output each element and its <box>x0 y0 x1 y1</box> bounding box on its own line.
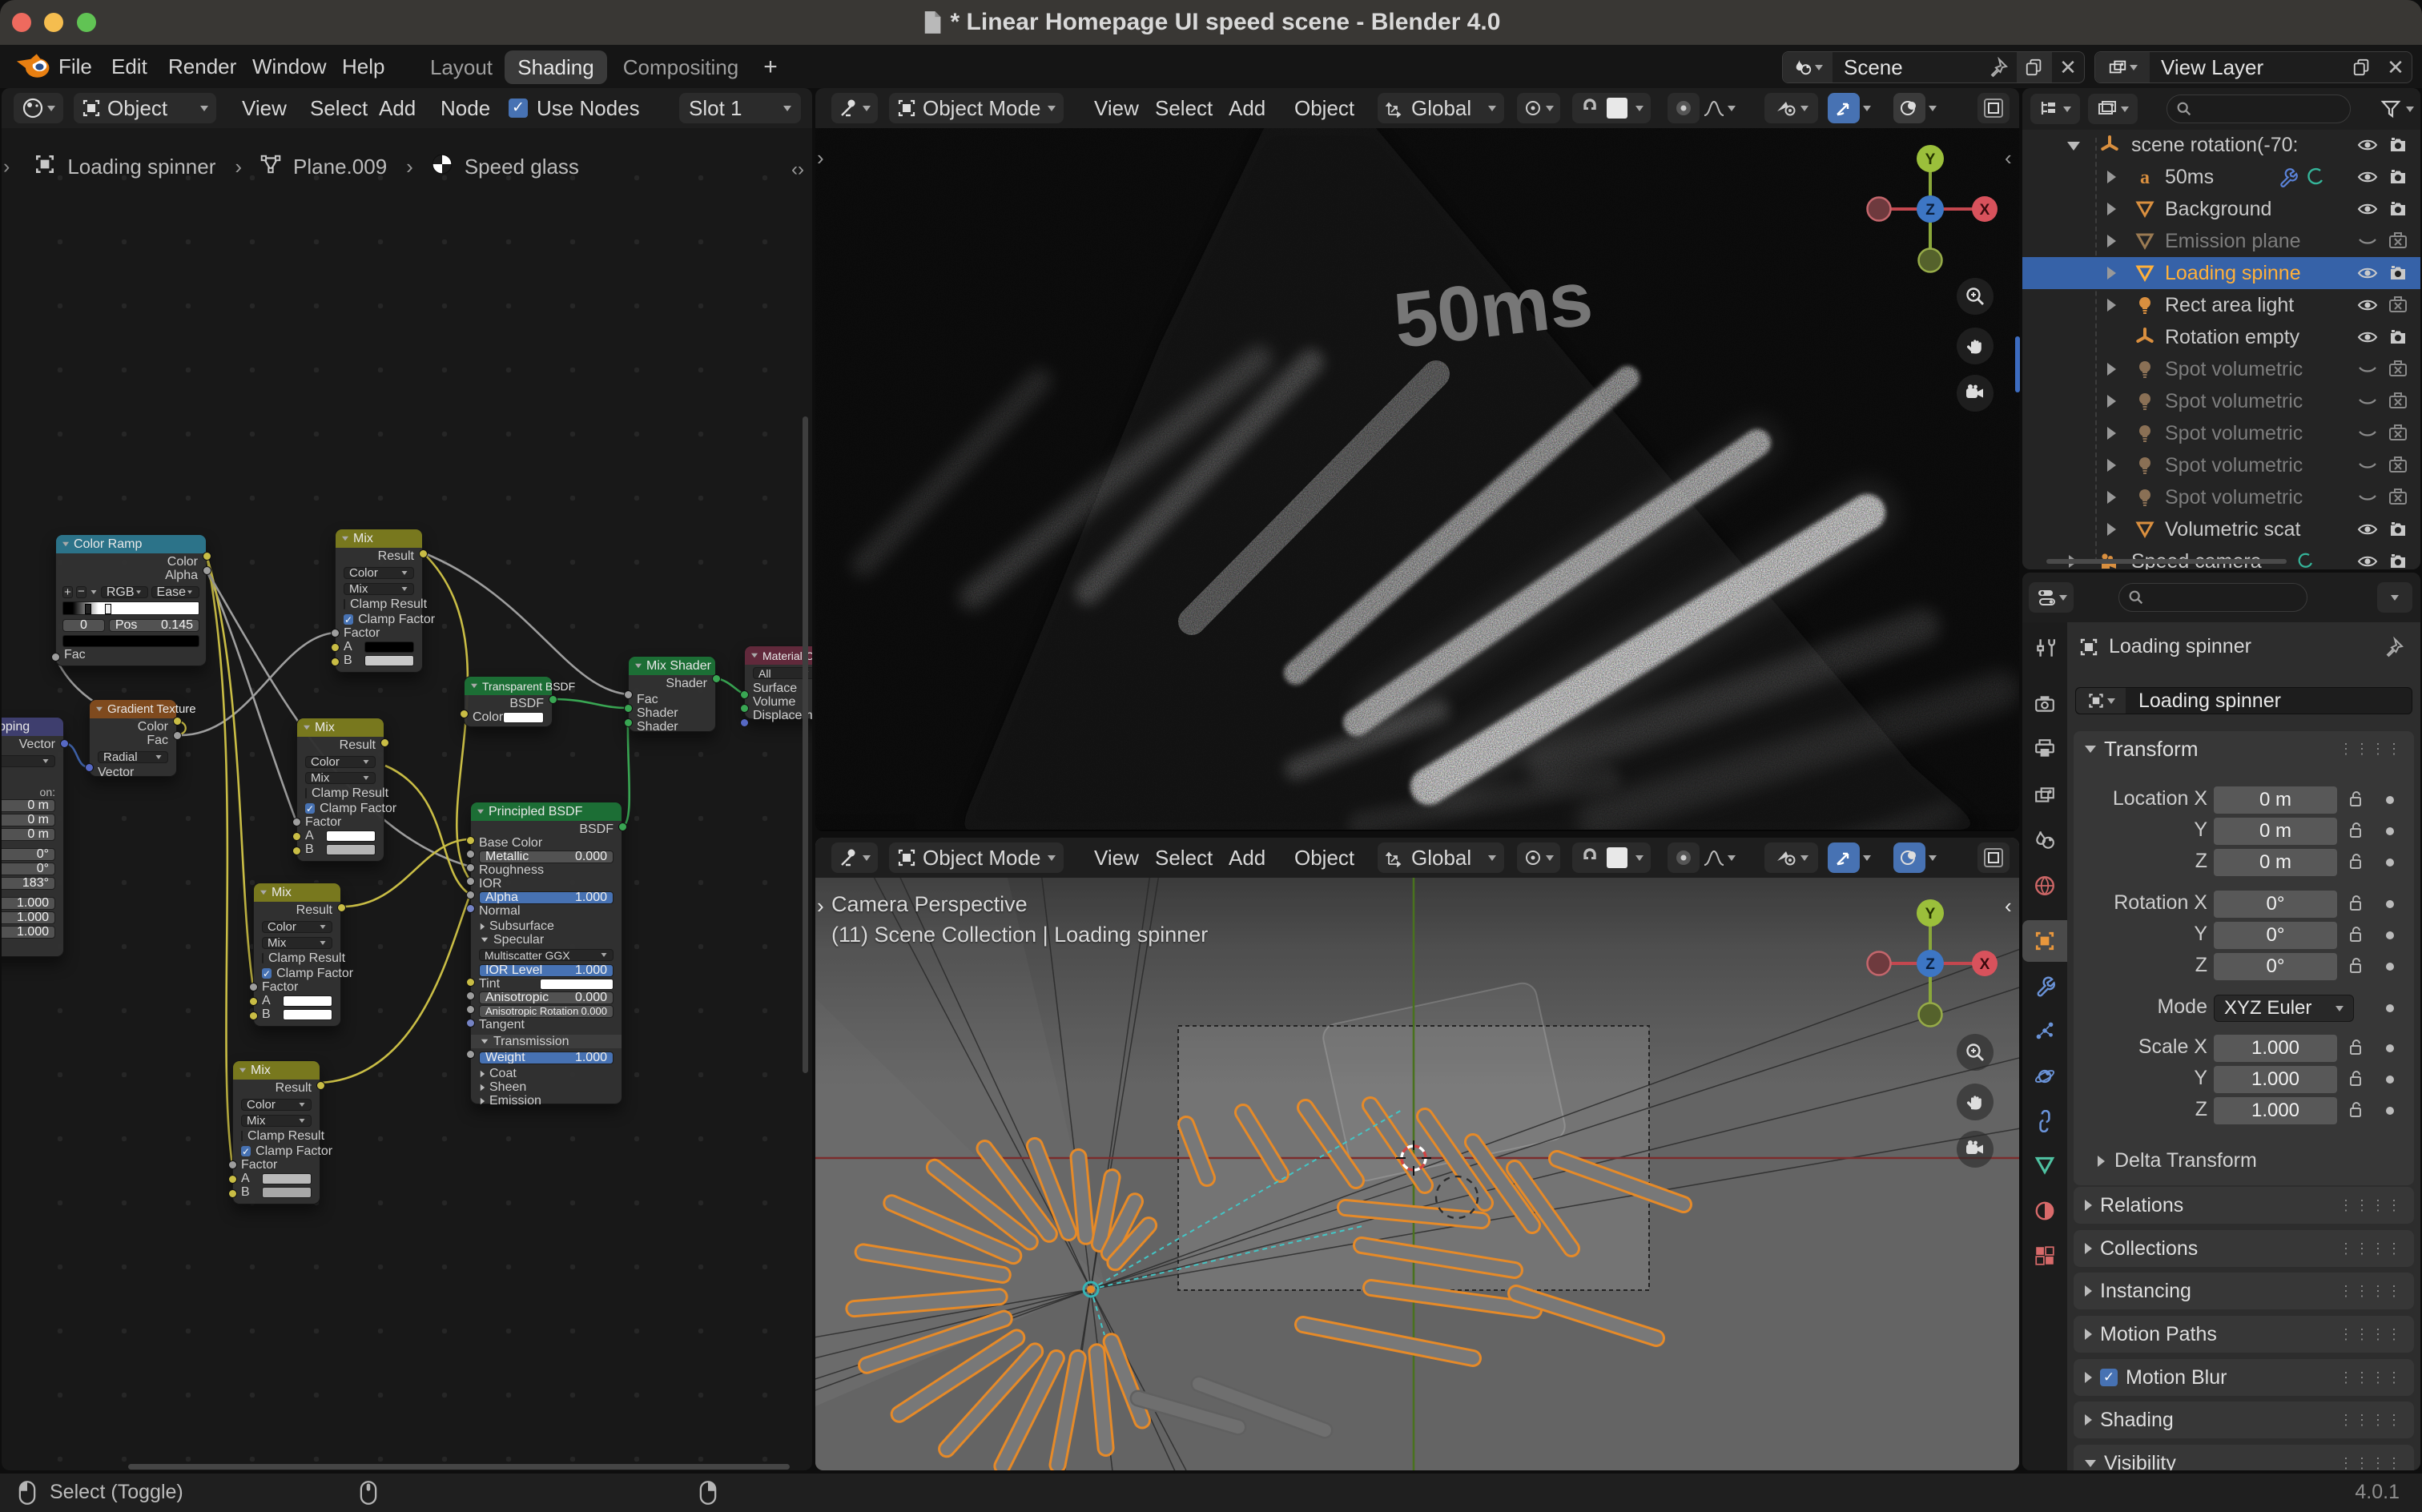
svg-text:X: X <box>1980 202 1990 219</box>
svg-text:Z: Z <box>1925 956 1935 973</box>
svg-text:X: X <box>1980 956 1990 973</box>
svg-text:Z: Z <box>1925 202 1935 219</box>
svg-text:a: a <box>2140 167 2150 187</box>
svg-text:Y: Y <box>1925 906 1936 923</box>
svg-text:Y: Y <box>1925 151 1936 168</box>
